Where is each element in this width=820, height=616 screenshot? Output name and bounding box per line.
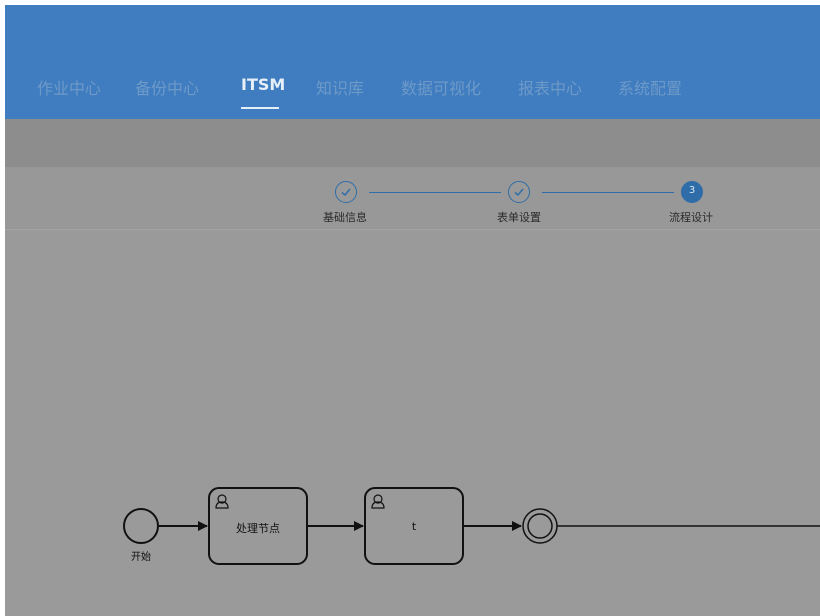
step-connector-1 (369, 192, 501, 193)
nav-item-jobs[interactable]: 作业中心 (37, 75, 101, 99)
task-1-label: 处理节点 (236, 522, 280, 535)
nav-item-itsm[interactable]: ITSM (241, 75, 285, 94)
user-icon (215, 494, 229, 509)
step-connector-2 (542, 192, 674, 193)
step-progress-bar: 基础信息 表单设置 3 流程设计 (5, 167, 820, 230)
app-root: 作业中心 备份中心 ITSM 知识库 数据可视化 报表中心 系统配置 基础信息 … (5, 5, 820, 616)
nav-item-reports[interactable]: 报表中心 (518, 75, 582, 99)
process-design-canvas[interactable]: 开始 处理节点 t (5, 230, 820, 616)
step-2-label: 表单设置 (497, 211, 541, 224)
task-2-label: t (411, 520, 417, 533)
nav-item-knowledge-base[interactable]: 知识库 (316, 75, 364, 99)
step-2-completed-indicator[interactable] (508, 181, 530, 203)
active-nav-indicator (241, 107, 279, 109)
bpmn-diagram (123, 487, 820, 565)
user-icon (371, 494, 385, 509)
start-event[interactable] (123, 508, 159, 544)
check-icon (514, 188, 524, 197)
start-event-label: 开始 (131, 552, 151, 563)
top-navigation-bar: 作业中心 备份中心 ITSM 知识库 数据可视化 报表中心 系统配置 (5, 5, 820, 119)
step-1-label: 基础信息 (323, 211, 367, 224)
nav-item-data-visualization[interactable]: 数据可视化 (401, 75, 481, 99)
step-3-number: 3 (688, 185, 696, 196)
step-3-label: 流程设计 (669, 211, 713, 224)
nav-item-system-config[interactable]: 系统配置 (618, 75, 682, 99)
end-event[interactable] (522, 508, 558, 544)
check-icon (341, 188, 351, 197)
step-3-active-indicator[interactable]: 3 (681, 181, 703, 203)
sub-header-bar (5, 119, 820, 167)
nav-item-backup[interactable]: 备份中心 (135, 75, 199, 99)
step-1-completed-indicator[interactable] (335, 181, 357, 203)
